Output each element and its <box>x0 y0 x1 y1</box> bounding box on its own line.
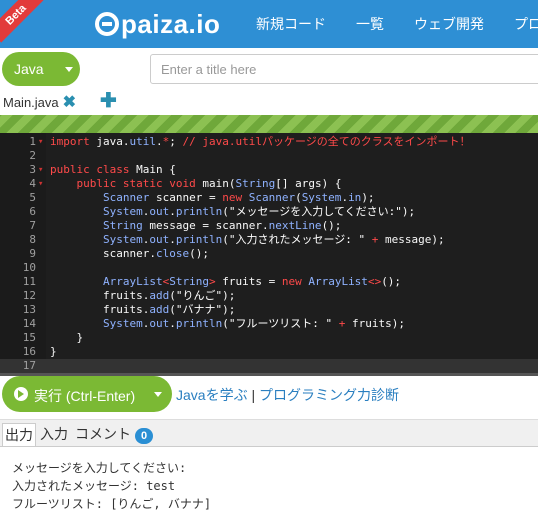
link-separator: | <box>251 387 256 403</box>
line-number: 6 <box>29 205 36 218</box>
line-number: 4 <box>29 177 36 190</box>
nav-programming[interactable]: プロ <box>514 14 538 34</box>
output-line: 入力されたメッセージ: test <box>12 479 176 493</box>
line-number: 16 <box>22 345 36 358</box>
code-text: fruits.add("バナナ"); <box>50 303 236 316</box>
fold-arrow-icon[interactable]: ▾ <box>38 163 43 177</box>
code-text: System.out.println("入力されたメッセージ: " + mess… <box>102 233 445 246</box>
line-number: 13 <box>22 303 36 316</box>
output-box: メッセージを入力してください: 入力されたメッセージ: test フルーツリスト… <box>0 446 538 531</box>
code-line[interactable]: 17 <box>0 359 538 373</box>
tab-output[interactable]: 出力 <box>2 423 36 448</box>
line-number: 12 <box>22 289 36 302</box>
code-line[interactable]: 6 System.out.println("メッセージを入力してください:"); <box>0 205 538 219</box>
line-number: 3 <box>29 163 36 176</box>
caret-down-icon <box>65 67 73 72</box>
nav-new-code[interactable]: 新規コード <box>256 14 326 34</box>
line-number: 10 <box>22 261 36 274</box>
nav-web-dev[interactable]: ウェブ開発 <box>414 14 484 34</box>
code-text: System.out.println("フルーツリスト: " + fruits)… <box>102 317 405 330</box>
top-header: Beta paiza.io 新規コード 一覧 ウェブ開発 プロ <box>0 0 538 48</box>
line-number: 17 <box>22 359 36 372</box>
code-line[interactable]: 2 <box>0 149 538 163</box>
code-text: import java.util.*; // java.utilパッケージの全て… <box>50 135 471 148</box>
line-number: 7 <box>29 219 36 232</box>
language-label: Java <box>14 61 44 77</box>
caret-down-icon[interactable] <box>154 392 162 397</box>
language-select-button[interactable]: Java <box>2 52 80 86</box>
code-line[interactable]: 5 Scanner scanner = new Scanner(System.i… <box>0 191 538 205</box>
tab-comment-label: コメント <box>75 426 131 442</box>
code-line[interactable]: 11 ArrayList<String> fruits = new ArrayL… <box>0 275 538 289</box>
learn-java-link[interactable]: Javaを学ぶ <box>176 387 248 403</box>
code-text: ArrayList<String> fruits = new ArrayList… <box>102 275 402 288</box>
tab-input-label: 入力 <box>40 426 68 442</box>
close-icon[interactable]: ✖ <box>63 92 76 112</box>
file-tab-label: Main.java <box>3 94 59 110</box>
tab-output-label: 出力 <box>5 427 33 443</box>
file-tab-main-java[interactable]: Main.java ✖ <box>3 92 76 112</box>
output-line: フルーツリスト: [りんご, バナナ] <box>12 497 212 511</box>
help-links: Javaを学ぶ | プログラミング力診断 <box>176 385 399 405</box>
code-line[interactable]: 9 scanner.close(); <box>0 247 538 261</box>
code-text: public static void main(String[] args) { <box>76 177 342 190</box>
tab-comment[interactable]: コメント 0 <box>75 423 153 447</box>
line-number: 5 <box>29 191 36 204</box>
code-text: Scanner scanner = new Scanner(System.in)… <box>102 191 375 204</box>
title-input[interactable] <box>150 54 538 84</box>
line-number: 1 <box>29 135 36 148</box>
run-label: 実行 (Ctrl-Enter) <box>34 388 136 404</box>
line-number: 9 <box>29 247 36 260</box>
line-number: 14 <box>22 317 36 330</box>
code-lines: 1 ▾ import java.util.*; // java.utilパッケージの… <box>0 135 538 373</box>
code-text: String message = scanner.nextLine(); <box>102 219 342 232</box>
code-line[interactable]: 10 <box>0 261 538 275</box>
beta-badge: Beta <box>0 0 44 43</box>
main-nav: 新規コード 一覧 ウェブ開発 プロ <box>256 0 538 48</box>
code-line[interactable]: 1 ▾ import java.util.*; // java.utilパッケージの… <box>0 135 538 149</box>
add-file-icon[interactable]: ✚ <box>100 88 117 113</box>
code-line[interactable]: 13 fruits.add("バナナ"); <box>0 303 538 317</box>
skill-check-link[interactable]: プログラミング力診断 <box>259 387 399 403</box>
code-line[interactable]: 12 fruits.add("りんご"); <box>0 289 538 303</box>
comment-count-badge: 0 <box>135 428 153 444</box>
code-text: fruits.add("りんご"); <box>50 289 236 302</box>
nav-list[interactable]: 一覧 <box>356 14 384 34</box>
run-button[interactable]: 実行 (Ctrl-Enter) <box>2 376 172 412</box>
code-text: } <box>50 345 57 358</box>
editor-divider-bar <box>0 115 538 133</box>
fold-arrow-icon[interactable]: ▾ <box>38 177 43 191</box>
code-text: scanner.close(); <box>50 247 209 260</box>
code-line[interactable]: 3 ▾ public class Main { <box>0 163 538 177</box>
line-number: 2 <box>29 149 36 162</box>
line-number: 8 <box>29 233 36 246</box>
code-line[interactable]: 15 } <box>0 331 538 345</box>
paiza-logo[interactable]: paiza.io <box>95 8 220 40</box>
code-line[interactable]: 14 System.out.println("フルーツリスト: " + frui… <box>0 317 538 331</box>
play-icon <box>14 387 28 401</box>
tab-input[interactable]: 入力 <box>40 423 68 447</box>
line-number: 15 <box>22 331 36 344</box>
fold-arrow-icon[interactable]: ▾ <box>38 135 43 149</box>
code-line[interactable]: 4 ▾ public static void main(String[] args… <box>0 177 538 191</box>
code-text: } <box>50 331 84 344</box>
code-text: System.out.println("メッセージを入力してください:"); <box>102 205 416 218</box>
line-number: 11 <box>22 275 36 288</box>
code-text: public class Main { <box>50 163 176 176</box>
output-line: メッセージを入力してください: <box>12 461 187 475</box>
code-line[interactable]: 16} <box>0 345 538 359</box>
logo-text: paiza.io <box>121 8 221 39</box>
logo-mark <box>95 12 119 36</box>
code-line[interactable]: 7 String message = scanner.nextLine(); <box>0 219 538 233</box>
code-editor[interactable]: 1 ▾ import java.util.*; // java.utilパッケージの… <box>0 133 538 373</box>
code-line[interactable]: 8 System.out.println("入力されたメッセージ: " + me… <box>0 233 538 247</box>
